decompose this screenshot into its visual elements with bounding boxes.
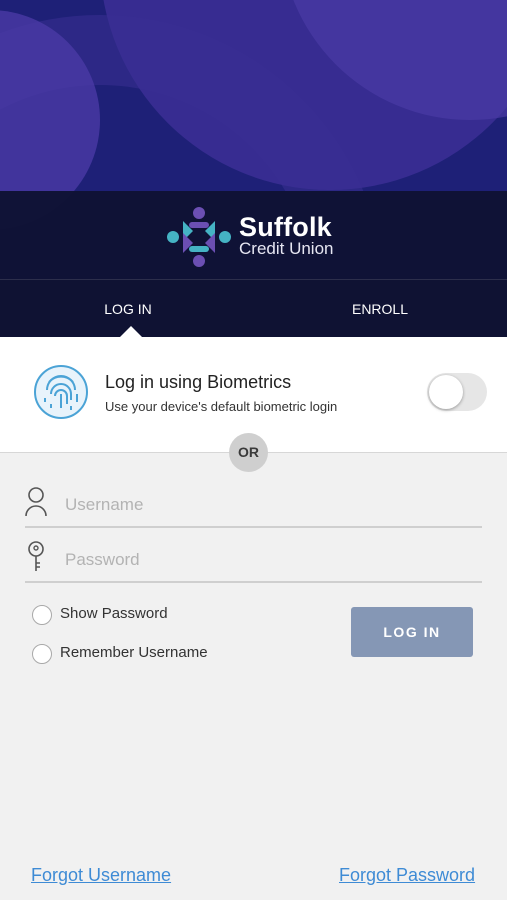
password-field xyxy=(25,537,482,583)
brand-logo: Suffolk Credit Union xyxy=(167,205,347,267)
brand-subtitle: Credit Union xyxy=(239,239,334,258)
forgot-password-link[interactable]: Forgot Password xyxy=(339,865,475,886)
password-input[interactable] xyxy=(63,543,477,577)
forgot-username-link[interactable]: Forgot Username xyxy=(31,865,171,886)
remember-username-label: Remember Username xyxy=(60,644,208,661)
user-icon xyxy=(25,487,47,517)
tab-enroll[interactable]: ENROLL xyxy=(300,280,460,338)
biometrics-subtitle: Use your device's default biometric logi… xyxy=(105,399,338,414)
show-password-radio[interactable] xyxy=(32,605,52,625)
tab-bar: LOG IN ENROLL xyxy=(0,279,507,338)
or-divider: OR xyxy=(229,433,268,472)
active-tab-indicator xyxy=(120,326,142,337)
log-in-button[interactable]: LOG IN xyxy=(351,607,473,657)
key-icon xyxy=(28,541,44,571)
remember-username-radio[interactable] xyxy=(32,644,52,664)
biometrics-title: Log in using Biometrics xyxy=(105,372,292,392)
credit-union-logo-icon xyxy=(167,207,231,267)
username-input[interactable] xyxy=(63,488,477,522)
fingerprint-icon[interactable] xyxy=(33,364,89,420)
biometrics-toggle[interactable] xyxy=(427,373,487,411)
toggle-knob xyxy=(429,375,463,409)
show-password-label: Show Password xyxy=(60,605,168,622)
username-field xyxy=(25,482,482,528)
